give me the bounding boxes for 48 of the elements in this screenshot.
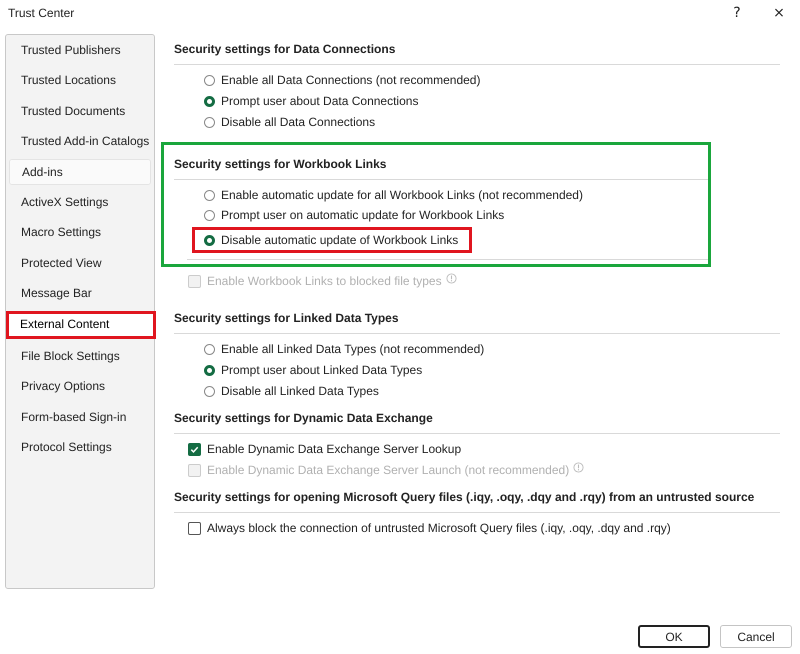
sidebar-item[interactable]: Protected View [8, 250, 152, 276]
option-label: Enable all Linked Data Types (not recommended) [221, 342, 484, 356]
sidebar-item[interactable]: Trusted Add-in Catalogs [8, 128, 152, 154]
option-label: Prompt user about Data Connections [221, 94, 418, 108]
sidebar-item[interactable]: Add-ins [9, 158, 151, 185]
radio-button[interactable] [204, 74, 215, 86]
radio-button[interactable] [204, 386, 215, 396]
option-label: Prompt user about Linked Data Types [221, 363, 422, 377]
close-button[interactable]: × [758, 1, 800, 25]
sidebar-item[interactable]: Protocol Settings [8, 434, 152, 460]
option-label: Enable all Data Connections (not recommended) [221, 73, 480, 87]
sidebar-item[interactable]: Trusted Publishers [8, 37, 152, 63]
sidebar-item[interactable]: External Content [6, 310, 156, 339]
sidebar-item[interactable]: Privacy Options [8, 373, 152, 400]
section-heading: Security settings for Workbook Links [174, 156, 388, 171]
option-label: Enable Dynamic Data Exchange Server Launch (not recommended) [207, 463, 570, 477]
radio-button[interactable] [204, 116, 215, 128]
option-label: Disable all Data Connections [221, 115, 376, 129]
window-title: Trust Center [8, 6, 76, 20]
sidebar-item[interactable]: Form-based Sign-in [8, 404, 152, 430]
radio-button[interactable] [204, 96, 215, 106]
sidebar-item[interactable]: Message Bar [8, 280, 152, 306]
radio-button[interactable] [204, 344, 215, 354]
radio-button[interactable] [204, 234, 215, 246]
option-label: Prompt user on automatic update for Workbook Links [221, 208, 504, 222]
section-heading: Security settings for Dynamic Data Exchange [174, 410, 434, 425]
dialog-button[interactable]: OK [638, 625, 710, 648]
dialog-button[interactable]: Cancel [720, 625, 792, 648]
option-label: Enable Workbook Links to blocked file types [207, 274, 442, 288]
option-label: Enable Dynamic Data Exchange Server Lookup [207, 442, 462, 456]
sidebar-item[interactable]: ActiveX Settings [8, 188, 152, 215]
option-label: Enable automatic update for all Workbook Links (not recommended) [221, 188, 583, 202]
checkbox[interactable] [188, 522, 201, 534]
sidebar-item[interactable]: Trusted Locations [8, 67, 152, 94]
section-heading: Security settings for Data Connections [174, 41, 396, 56]
radio-button[interactable] [204, 364, 215, 376]
radio-button[interactable] [204, 190, 215, 200]
help-button[interactable]: ? [716, 1, 758, 25]
section-heading: Security settings for opening Microsoft Query files (.iqy, .oqy, .dqy and .rqy) from an untrusted source [174, 489, 756, 504]
radio-button[interactable] [204, 210, 215, 220]
sidebar-item[interactable]: File Block Settings [8, 342, 152, 369]
sidebar-item[interactable]: Trusted Documents [8, 98, 152, 124]
option-label: Disable automatic update of Workbook Links [221, 233, 458, 247]
option-label: Always block the connection of untrusted Microsoft Query files (.iqy, .oqy, .dqy and .rqy) [207, 521, 671, 535]
section-heading: Security settings for Linked Data Types [174, 310, 400, 325]
option-label: Disable all Linked Data Types [221, 384, 379, 398]
checkbox[interactable] [188, 442, 201, 456]
sidebar-item[interactable]: Macro Settings [8, 219, 152, 246]
